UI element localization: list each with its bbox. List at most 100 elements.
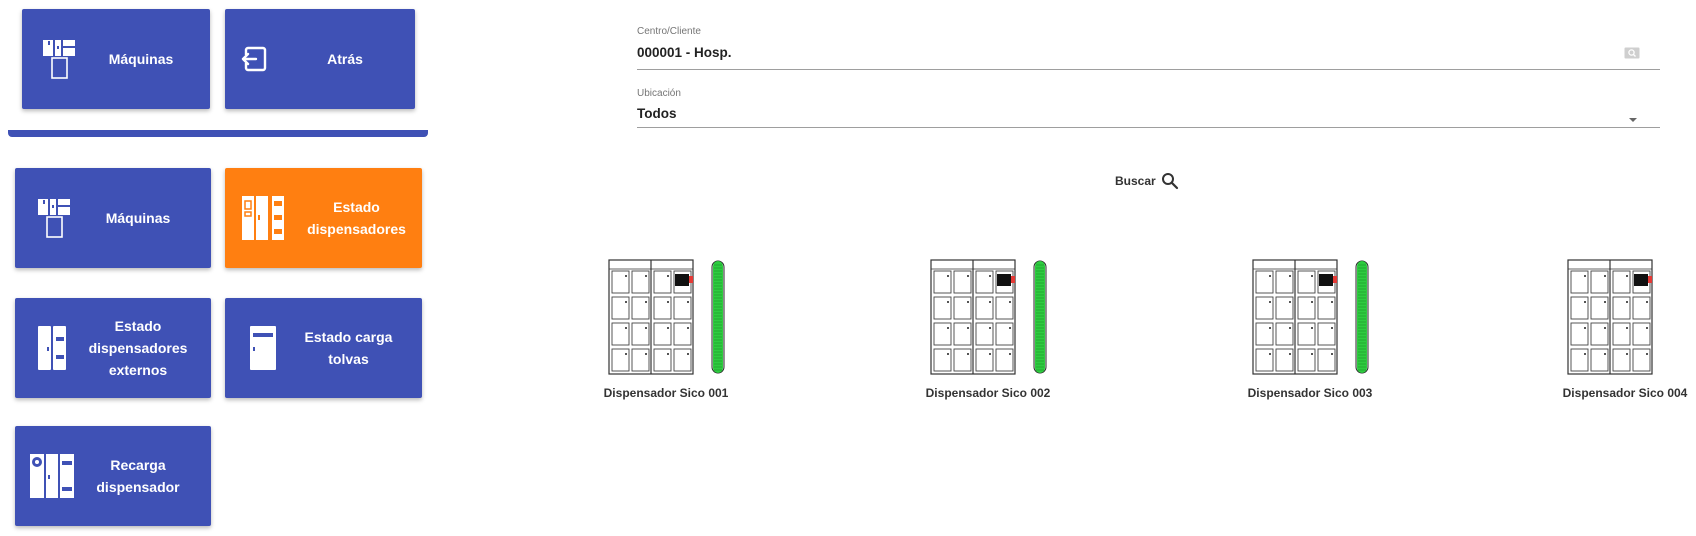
status-bar-fill bbox=[713, 261, 723, 373]
machines-nav-label: Máquinas bbox=[108, 51, 174, 67]
dispenser-slot bbox=[1297, 322, 1316, 346]
dispenser-slot bbox=[673, 348, 692, 372]
dispenser-slot bbox=[653, 348, 672, 372]
machine-name: Dispensador Sico 001 bbox=[603, 386, 729, 400]
status-bar-fill bbox=[1357, 261, 1367, 373]
search-button[interactable]: Buscar bbox=[1115, 169, 1179, 193]
dispenser-slot bbox=[1255, 348, 1274, 372]
external-dispenser-status-label: Estado dispensadores externos bbox=[88, 318, 188, 378]
dispenser-slot bbox=[995, 322, 1014, 346]
dispenser-slot bbox=[611, 296, 630, 320]
dispenser-slot bbox=[995, 296, 1014, 320]
external-dispenser-icon bbox=[37, 325, 67, 371]
dispenser-slot bbox=[1317, 296, 1336, 320]
machines-menu-button[interactable]: Máquinas bbox=[15, 168, 211, 268]
hopper-load-status-label: Estado carga tolvas bbox=[304, 329, 393, 367]
dispenser-slot bbox=[1590, 348, 1609, 372]
dispenser-slot bbox=[1632, 296, 1651, 320]
dispenser-slot bbox=[631, 296, 650, 320]
dispenser-slot bbox=[1297, 296, 1316, 320]
dispenser-slot bbox=[975, 296, 994, 320]
alert-light bbox=[1011, 276, 1015, 283]
dispenser-slot bbox=[1317, 322, 1336, 346]
external-dispenser-status-button[interactable]: Estado dispensadores externos bbox=[15, 298, 211, 398]
machine-icon bbox=[37, 198, 71, 238]
dispenser-slot bbox=[1612, 296, 1631, 320]
dispenser-slot bbox=[653, 322, 672, 346]
dispenser-slot bbox=[975, 348, 994, 372]
machine-card[interactable]: Dispensador Sico 004 bbox=[1555, 259, 1695, 400]
alert-light bbox=[1648, 276, 1652, 283]
dispenser-slot bbox=[1297, 270, 1316, 294]
dispenser-slot bbox=[975, 322, 994, 346]
machine-card[interactable]: Dispensador Sico 001 bbox=[596, 259, 736, 400]
dispenser-slot bbox=[1590, 270, 1609, 294]
search-box-icon[interactable] bbox=[1624, 46, 1640, 64]
center-client-value: 000001 - Hosp. bbox=[637, 45, 732, 60]
dispenser-slot bbox=[653, 296, 672, 320]
back-button[interactable]: Atrás bbox=[225, 9, 415, 109]
location-label: Ubicación bbox=[637, 88, 681, 99]
exit-icon bbox=[241, 46, 267, 72]
machine-icon bbox=[42, 39, 76, 79]
hopper-icon bbox=[249, 325, 277, 371]
dispenser-slot bbox=[1612, 270, 1631, 294]
location-select[interactable]: Ubicación Todos bbox=[637, 86, 1660, 128]
dispenser-slot bbox=[1297, 348, 1316, 372]
dispenser-refill-button[interactable]: Recarga dispensador bbox=[15, 426, 211, 526]
dispenser-slot bbox=[1632, 322, 1651, 346]
dispenser-slot bbox=[933, 296, 952, 320]
dispenser-slot bbox=[1590, 296, 1609, 320]
refill-dispenser-icon bbox=[29, 453, 75, 499]
dispenser-module bbox=[997, 274, 1011, 286]
dispenser-slot bbox=[653, 270, 672, 294]
dispenser-slot bbox=[611, 348, 630, 372]
machine-card[interactable]: Dispensador Sico 003 bbox=[1240, 259, 1380, 400]
machine-name: Dispensador Sico 004 bbox=[1562, 386, 1688, 400]
dispenser-slot bbox=[631, 348, 650, 372]
dispenser-slot bbox=[953, 322, 972, 346]
status-bar-fill bbox=[1035, 261, 1045, 373]
dispenser-slot bbox=[995, 348, 1014, 372]
dispenser-slot bbox=[673, 296, 692, 320]
dispenser-slot bbox=[1275, 296, 1294, 320]
alert-light bbox=[689, 276, 693, 283]
chevron-down-icon[interactable] bbox=[1628, 110, 1638, 128]
machine-name: Dispensador Sico 002 bbox=[925, 386, 1051, 400]
dispenser-slot bbox=[1255, 322, 1274, 346]
dispenser-cabinet-icon bbox=[608, 259, 730, 382]
dispenser-slot bbox=[953, 296, 972, 320]
location-value: Todos bbox=[637, 106, 677, 121]
machines-nav-button[interactable]: Máquinas bbox=[22, 9, 210, 109]
dispenser-slot bbox=[1317, 348, 1336, 372]
dispenser-slot bbox=[1255, 296, 1274, 320]
dispenser-slot bbox=[1570, 322, 1589, 346]
dispenser-module bbox=[1319, 274, 1333, 286]
hopper-load-status-button[interactable]: Estado carga tolvas bbox=[225, 298, 422, 398]
dispenser-module bbox=[675, 274, 689, 286]
dispenser-slot bbox=[953, 348, 972, 372]
dispenser-slot bbox=[1275, 322, 1294, 346]
center-client-label: Centro/Cliente bbox=[637, 26, 701, 37]
dispenser-slot bbox=[673, 322, 692, 346]
dispenser-slot bbox=[611, 322, 630, 346]
dispenser-cabinet-icon bbox=[1567, 259, 1689, 382]
dispenser-slot bbox=[1570, 270, 1589, 294]
dispenser-status-button[interactable]: Estado dispensadores bbox=[225, 168, 422, 268]
dispenser-status-icon bbox=[241, 195, 285, 241]
machine-card[interactable]: Dispensador Sico 002 bbox=[918, 259, 1058, 400]
machines-menu-label: Máquinas bbox=[105, 210, 171, 226]
dispenser-slot bbox=[953, 270, 972, 294]
dispenser-module bbox=[1634, 274, 1648, 286]
section-divider bbox=[8, 130, 428, 137]
dispenser-slot bbox=[933, 270, 952, 294]
dispenser-status-label: Estado dispensadores bbox=[307, 199, 406, 237]
dispenser-slot bbox=[631, 322, 650, 346]
dispenser-cabinet-icon bbox=[930, 259, 1052, 382]
search-icon bbox=[1161, 172, 1179, 190]
dispenser-slot bbox=[933, 348, 952, 372]
back-label: Atrás bbox=[327, 51, 363, 67]
dispenser-slot bbox=[1590, 322, 1609, 346]
dispenser-slot bbox=[1612, 322, 1631, 346]
center-client-field[interactable]: Centro/Cliente 000001 - Hosp. bbox=[637, 24, 1660, 70]
